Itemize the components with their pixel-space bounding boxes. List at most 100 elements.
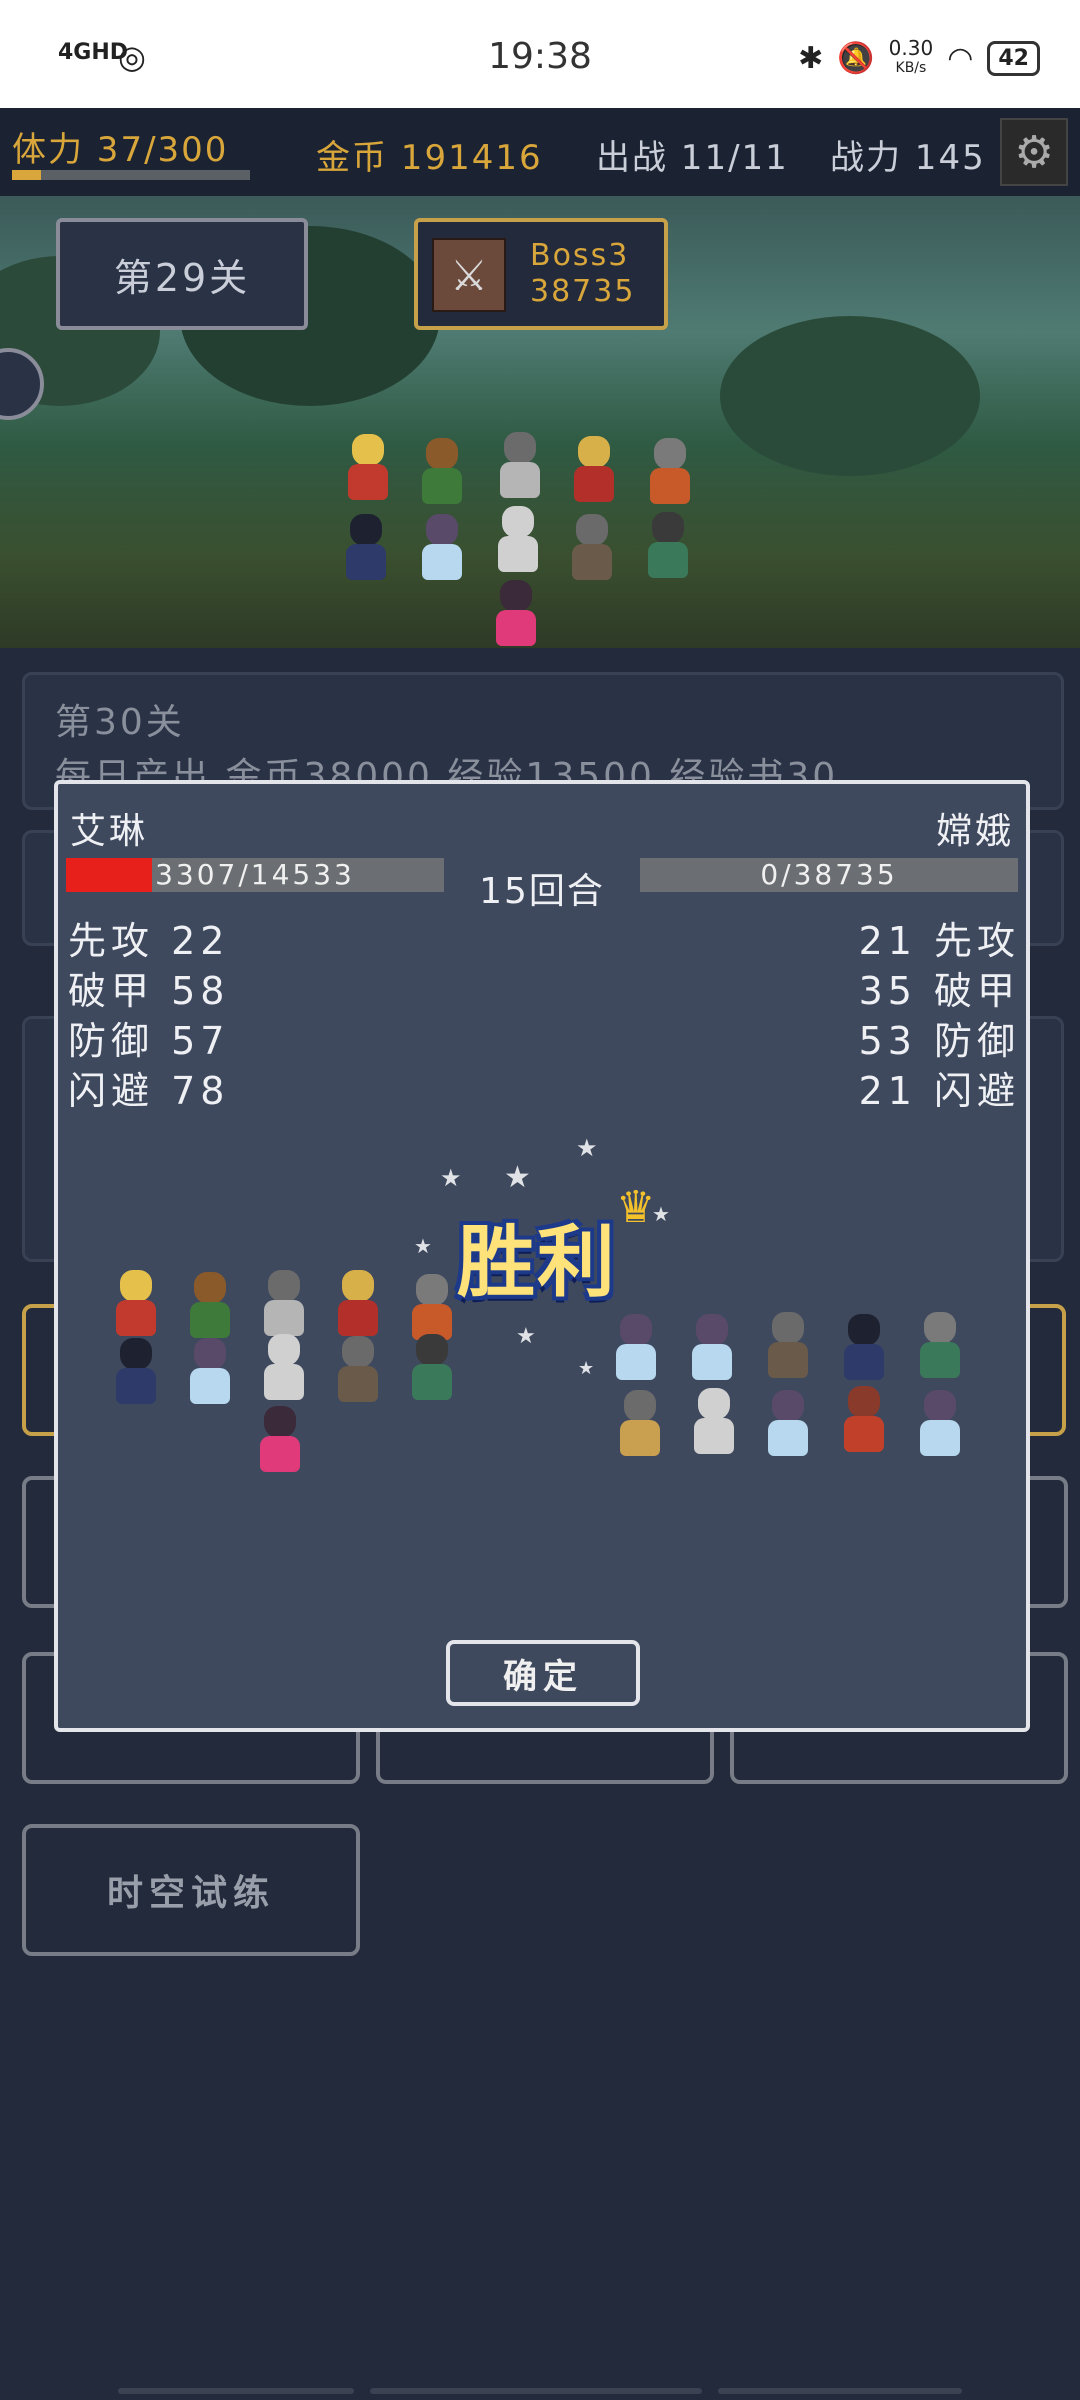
sprite-head (848, 1314, 880, 1346)
sprite-head (620, 1314, 652, 1346)
sprite-body (650, 468, 690, 504)
sprite-body (920, 1420, 960, 1456)
speed-value: 0.30 (888, 36, 934, 60)
character-sprite (254, 1334, 314, 1404)
sprite-head (120, 1270, 152, 1302)
sprite-head (500, 580, 532, 612)
current-stage-button[interactable]: 第29关 (56, 218, 308, 330)
star-icon: ★ (578, 1358, 595, 1379)
sprite-body (348, 464, 388, 500)
player-stat-defense: 防御 57 (68, 1019, 230, 1063)
time-trial-button[interactable]: 时空试练 (22, 1824, 360, 1956)
sprite-body (844, 1416, 884, 1452)
sprite-head (696, 1314, 728, 1346)
stamina-bar (12, 170, 250, 180)
speed-unit: KB/s (895, 60, 927, 76)
character-sprite (488, 506, 548, 576)
enemy-name: 嫦娥 (935, 811, 1014, 852)
sprite-head (416, 1334, 448, 1366)
character-sprite (834, 1314, 894, 1384)
sprite-body (190, 1302, 230, 1338)
character-sprite (412, 438, 472, 508)
gold-label: 金币 191416 (316, 138, 543, 178)
character-sprite (180, 1338, 240, 1408)
sprite-head (924, 1312, 956, 1344)
character-sprite (610, 1390, 670, 1460)
sprite-head (268, 1334, 300, 1366)
character-sprite (412, 514, 472, 584)
sprite-body (190, 1368, 230, 1404)
enemy-stat-dodge: 21 闪避 (858, 1069, 1020, 1113)
character-sprite (490, 432, 550, 502)
sprite-body (620, 1420, 660, 1456)
player-stat-armor-break: 破甲 58 (68, 969, 230, 1013)
boss-challenge-button[interactable]: ⚔ Boss3 38735 (414, 218, 668, 330)
sprite-body (422, 544, 462, 580)
character-sprite (682, 1314, 742, 1384)
character-sprite (328, 1270, 388, 1340)
sprite-body (844, 1344, 884, 1380)
sprite-body (338, 1300, 378, 1336)
sprite-head (848, 1386, 880, 1418)
victory-text: 胜利 (456, 1218, 617, 1308)
sprite-head (502, 506, 534, 538)
sprite-head (772, 1390, 804, 1422)
sprite-head (120, 1338, 152, 1370)
player-stat-dodge: 闪避 78 (68, 1069, 230, 1113)
character-sprite (486, 580, 546, 648)
resource-bar: 体力 37/300 金币 191416 出战 11/11 战力 145 ⚙ (0, 108, 1080, 196)
sprite-body (422, 468, 462, 504)
star-icon: ★ (414, 1234, 432, 1258)
sprite-head (268, 1270, 300, 1302)
sprite-body (338, 1366, 378, 1402)
sprite-head (504, 432, 536, 464)
enemy-hp-bar: 0/38735 (640, 858, 1018, 892)
sprite-body (116, 1300, 156, 1336)
sprite-body (346, 544, 386, 580)
bottom-tab-hint (370, 2388, 702, 2394)
sprite-head (924, 1390, 956, 1422)
character-sprite (562, 514, 622, 584)
star-icon: ★ (516, 1324, 536, 1349)
sprite-head (652, 512, 684, 544)
settings-gear-icon[interactable]: ⚙ (1000, 118, 1068, 186)
character-sprite (638, 512, 698, 582)
sprite-body (572, 544, 612, 580)
sprite-head (576, 514, 608, 546)
status-bar: 4GHD ◎ 19:38 ✱ 🔕 0.30 KB/s ◠ 42 (0, 0, 1080, 108)
sprite-head (264, 1406, 296, 1438)
character-sprite (180, 1272, 240, 1342)
sprite-body (694, 1418, 734, 1454)
bottom-tab-hint (118, 2388, 354, 2394)
status-icons: ✱ 🔕 0.30 KB/s ◠ 42 (798, 38, 1040, 78)
sprite-head (426, 438, 458, 470)
character-sprite (758, 1312, 818, 1382)
character-sprite (564, 436, 624, 506)
sprite-body (260, 1436, 300, 1472)
character-sprite (834, 1386, 894, 1456)
sprite-body (648, 542, 688, 578)
character-sprite (250, 1406, 310, 1476)
character-sprite (910, 1390, 970, 1460)
sprite-head (426, 514, 458, 546)
sprite-head (772, 1312, 804, 1344)
victory-banner: 胜利 ♛ (432, 1182, 655, 1318)
deploy-label: 出战 11/11 (596, 138, 789, 178)
sprite-head (350, 514, 382, 546)
sprite-body (768, 1420, 808, 1456)
tree-decoration (720, 316, 980, 476)
character-sprite (338, 434, 398, 504)
confirm-button[interactable]: 确定 (446, 1640, 640, 1706)
star-icon: ★ (576, 1134, 598, 1162)
sprite-head (194, 1338, 226, 1370)
character-sprite (758, 1390, 818, 1460)
enemy-hp-text: 0/38735 (760, 858, 898, 891)
stamina-bar-fill (12, 170, 42, 180)
enemy-stat-defense: 53 防御 (858, 1019, 1020, 1063)
stamina-label: 体力 37/300 (12, 130, 229, 170)
bottom-tab-hint (718, 2388, 962, 2394)
sprite-body (920, 1342, 960, 1378)
boss-hp: 38735 (530, 274, 636, 309)
sprite-head (624, 1390, 656, 1422)
sprite-body (264, 1300, 304, 1336)
